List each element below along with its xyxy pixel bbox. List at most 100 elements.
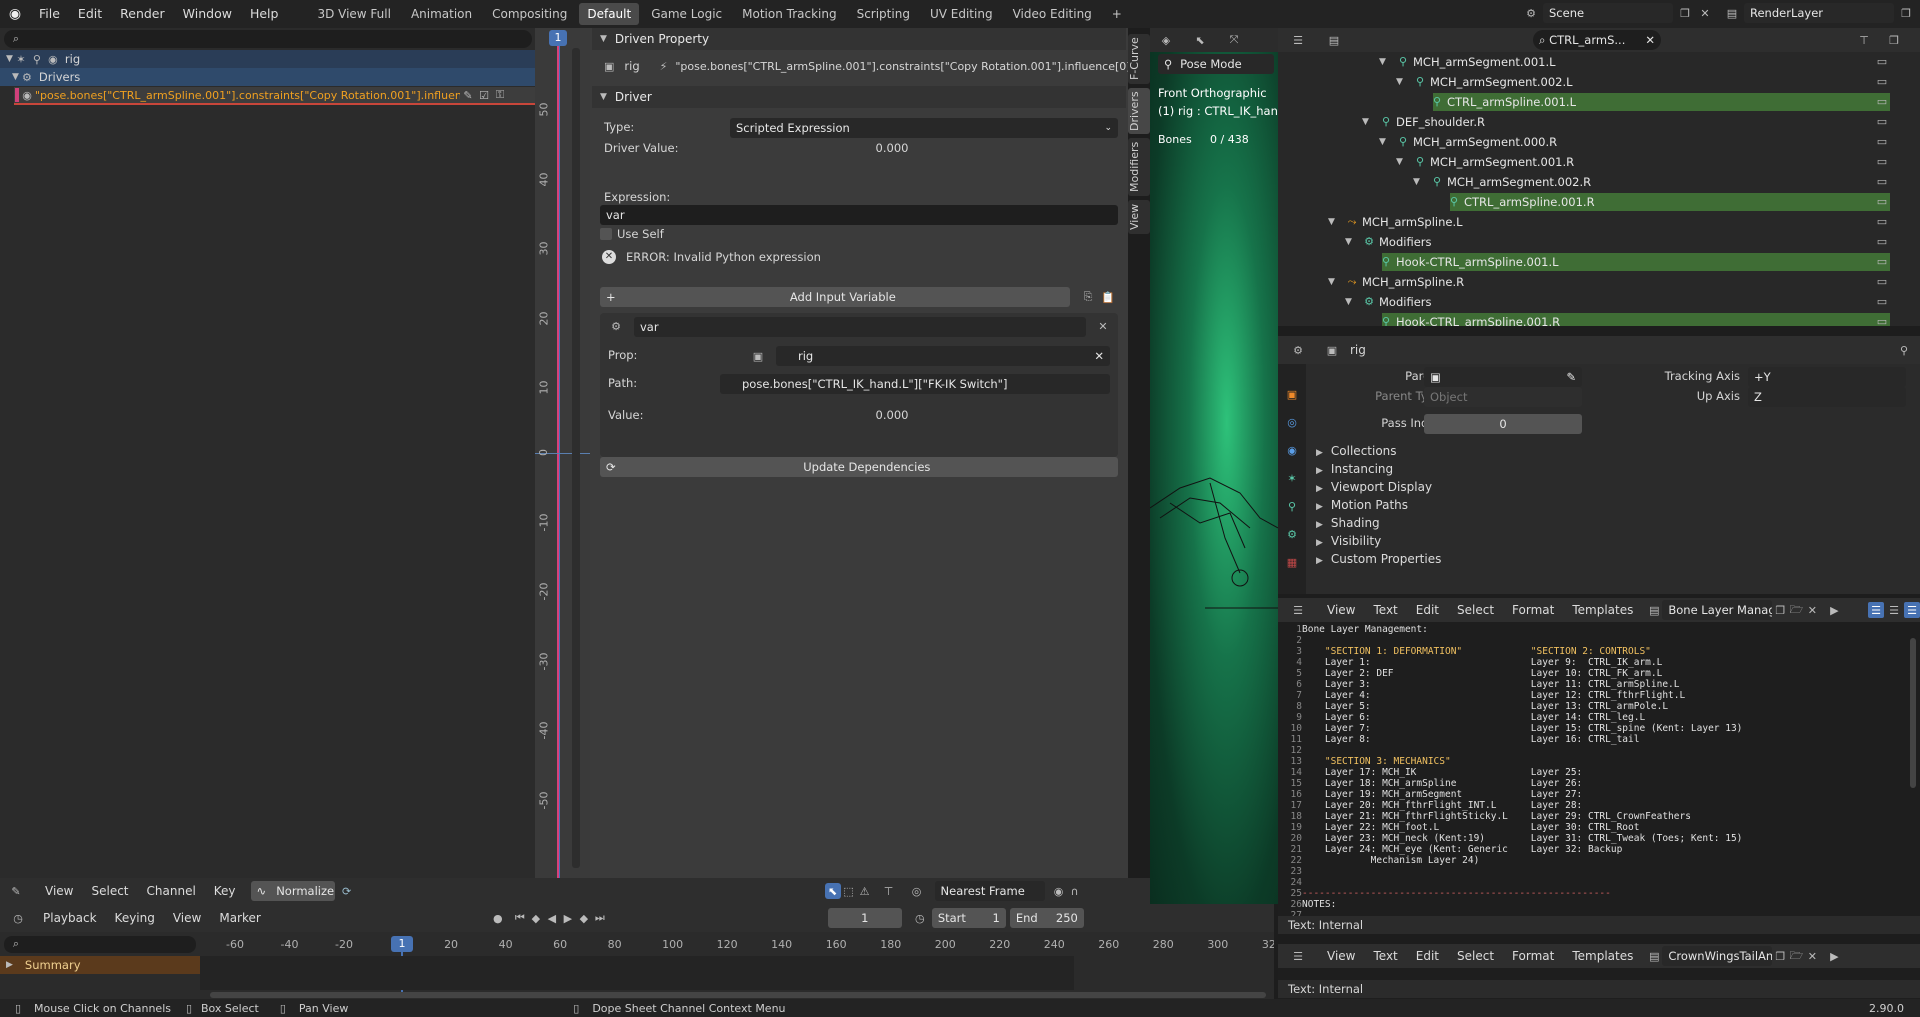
viewport-visibility-icon[interactable]: ▭ [1874, 274, 1890, 290]
mode-select[interactable]: ⚲ Pose Mode [1158, 54, 1274, 74]
text-menu-text[interactable]: Text [1364, 598, 1406, 624]
expand-icon[interactable]: ▼ [1379, 132, 1386, 152]
graph-menu-channel[interactable]: Channel [138, 877, 205, 905]
show-only-selected-icon[interactable]: ⬉ [824, 883, 841, 899]
outliner-search-input[interactable]: ⌕ CTRL_armS... ✕ [1533, 30, 1661, 50]
graph-menu-select[interactable]: Select [82, 877, 137, 905]
tab-scripting[interactable]: Scripting [849, 3, 918, 25]
constraints-tab-icon[interactable]: ✶ [1284, 470, 1300, 486]
menu-help[interactable]: Help [241, 0, 288, 28]
blender-logo-icon[interactable]: ◉ [0, 6, 30, 22]
text-menu-edit[interactable]: Edit [1407, 598, 1448, 624]
syntax-highlight-icon[interactable]: ☰ [1904, 602, 1920, 618]
parent-type-select[interactable]: Object [1424, 387, 1582, 407]
unlink-text-icon[interactable]: ✕ [1804, 602, 1820, 618]
select-tool-icon[interactable]: ⬉ [1192, 32, 1208, 48]
viewport-visibility-icon[interactable]: ▭ [1874, 294, 1890, 310]
editor-type-icon[interactable]: ◈ [1158, 32, 1174, 48]
collapse-icon[interactable]: ▼ [600, 34, 607, 44]
code-area[interactable]: 1 Bone Layer Management: 2 3 "SECTION 1: DE… [1278, 624, 1908, 921]
text2-menu-view[interactable]: View [1318, 944, 1364, 970]
modifiers-tab-icon[interactable]: ◎ [1284, 414, 1300, 430]
expand-icon[interactable]: ▼ [1362, 112, 1369, 132]
outliner-row[interactable]: ▼ ⚲ DEF_shoulder.R ▭ [1278, 112, 1920, 132]
text2-menu-templates[interactable]: Templates [1563, 944, 1642, 970]
record-icon[interactable]: ● [490, 910, 506, 926]
scene-field[interactable]: Scene [1543, 3, 1673, 23]
use-self-row[interactable]: Use Self [600, 227, 664, 241]
new-text-icon[interactable]: ❐ [1772, 948, 1788, 964]
falloff-icon[interactable]: ∩ [1067, 883, 1083, 899]
tab-video-editing[interactable]: Video Editing [1005, 3, 1100, 25]
variable-type-icon[interactable]: ⚙ [608, 318, 624, 334]
parent-field[interactable]: ▣ ✎ [1424, 367, 1582, 387]
timeline-menu-marker[interactable]: Marker [210, 904, 269, 932]
unlink-text-icon[interactable]: ✕ [1804, 948, 1820, 964]
channel-rig[interactable]: ▼ ✶ ⚲ ◉ rig [0, 50, 535, 68]
tab-f-curve[interactable]: F-Curve [1128, 34, 1150, 84]
tab-motion-tracking[interactable]: Motion Tracking [734, 3, 844, 25]
view-layer-icon[interactable]: ▤ [1724, 5, 1740, 21]
jump-end-icon[interactable]: ⏭ [592, 910, 608, 926]
expand-icon[interactable]: ▼ [1345, 292, 1352, 312]
text2-menu-select[interactable]: Select [1448, 944, 1503, 970]
timeline-keyframe-area[interactable] [200, 956, 1074, 990]
only-errors-icon[interactable]: ⚠ [857, 883, 873, 899]
timeline-ruler[interactable]: -60 -40 -20 20 40 60 80 100 120 140 160 180 200 220 24… [200, 934, 1274, 956]
graph-region[interactable]: 1 50 40 30 20 10 0 -10 -20 -30 -40 -50 [535, 28, 590, 878]
summary-channel[interactable]: ▶ Summary [0, 956, 200, 974]
normalize-toggle[interactable]: ∿ Normalize [250, 881, 335, 901]
graph-menu-view[interactable]: View [36, 877, 82, 905]
outliner-row[interactable]: ▼ ⚲ MCH_armSegment.002.R ▭ [1278, 172, 1920, 192]
timeline-menu-keying[interactable]: Keying [106, 904, 164, 932]
up-axis-select[interactable]: Z [1748, 387, 1906, 407]
remove-variable-icon[interactable]: ✕ [1095, 318, 1111, 334]
menu-file[interactable]: File [30, 0, 69, 28]
prop-object-field[interactable]: rig ✕ [776, 346, 1110, 366]
channel-driver-fcurve[interactable]: ◉ "pose.bones["CTRL_armSpline.001"].cons… [14, 87, 535, 105]
new-collection-icon[interactable]: ❐ [1886, 32, 1902, 48]
mute-checkbox-icon[interactable]: ☑ [476, 87, 492, 103]
text2-file-select[interactable]: CrownWingsTailAnn... [1662, 946, 1773, 966]
tab-uv-editing[interactable]: UV Editing [922, 3, 1001, 25]
collapse-icon[interactable]: ▼ [600, 92, 607, 102]
tab-modifiers[interactable]: Modifiers [1128, 138, 1150, 196]
text-file-select[interactable]: Bone Layer Manage... [1662, 600, 1773, 620]
menu-render[interactable]: Render [111, 0, 174, 28]
display-mode-icon[interactable]: ▤ [1326, 32, 1342, 48]
refresh-icon[interactable]: ⟳ [339, 883, 355, 899]
tab-drivers[interactable]: Drivers [1128, 88, 1150, 134]
prev-keyframe-icon[interactable]: ◆ [528, 910, 544, 926]
id-type-icon[interactable]: ▣ [750, 348, 766, 364]
expand-icon[interactable]: ▼ [6, 54, 13, 64]
text-scrollbar[interactable] [1910, 638, 1916, 788]
delete-scene-icon[interactable]: ✕ [1697, 5, 1713, 21]
view-layer-field[interactable]: RenderLayer [1744, 3, 1894, 23]
tab-view[interactable]: View [1128, 200, 1150, 234]
editor-type-icon[interactable]: ✎ [8, 883, 24, 899]
viewport-visibility-icon[interactable]: ▭ [1874, 194, 1890, 210]
line-numbers-icon[interactable]: ☰ [1868, 602, 1884, 618]
editor-type-icon[interactable]: ☰ [1290, 602, 1306, 618]
viewport-visibility-icon[interactable]: ▭ [1874, 214, 1890, 230]
timeline-scrollbar[interactable] [210, 992, 1266, 998]
viewport-visibility-icon[interactable]: ▭ [1874, 134, 1890, 150]
viewport-visibility-icon[interactable]: ▭ [1874, 94, 1890, 110]
outliner-row[interactable]: ▼ ⚲ MCH_armSegment.002.L ▭ [1278, 72, 1920, 92]
texture-tab-icon[interactable]: ▦ [1284, 554, 1300, 570]
text-menu-format[interactable]: Format [1503, 598, 1563, 624]
run-script-icon[interactable]: ▶ [1826, 602, 1842, 618]
graph-menu-key[interactable]: Key [205, 877, 245, 905]
menu-edit[interactable]: Edit [69, 0, 111, 28]
viewport-visibility-icon[interactable]: ▭ [1874, 114, 1890, 130]
expand-icon[interactable]: ▼ [12, 72, 19, 82]
open-text-icon[interactable]: 🗁 [1788, 948, 1804, 964]
menu-window[interactable]: Window [174, 0, 241, 28]
clear-search-icon[interactable]: ✕ [1645, 30, 1655, 50]
snap-select[interactable]: Nearest Frame [934, 881, 1045, 901]
proportional-edit-icon[interactable]: ◉ [1051, 883, 1067, 899]
update-dependencies-button[interactable]: ⟳ Update Dependencies [600, 457, 1118, 477]
driven-property-header[interactable]: ▼ Driven Property [592, 28, 1126, 50]
driver-header[interactable]: ▼ Driver [592, 86, 1126, 108]
eyedropper-icon[interactable]: ✎ [1566, 367, 1576, 387]
